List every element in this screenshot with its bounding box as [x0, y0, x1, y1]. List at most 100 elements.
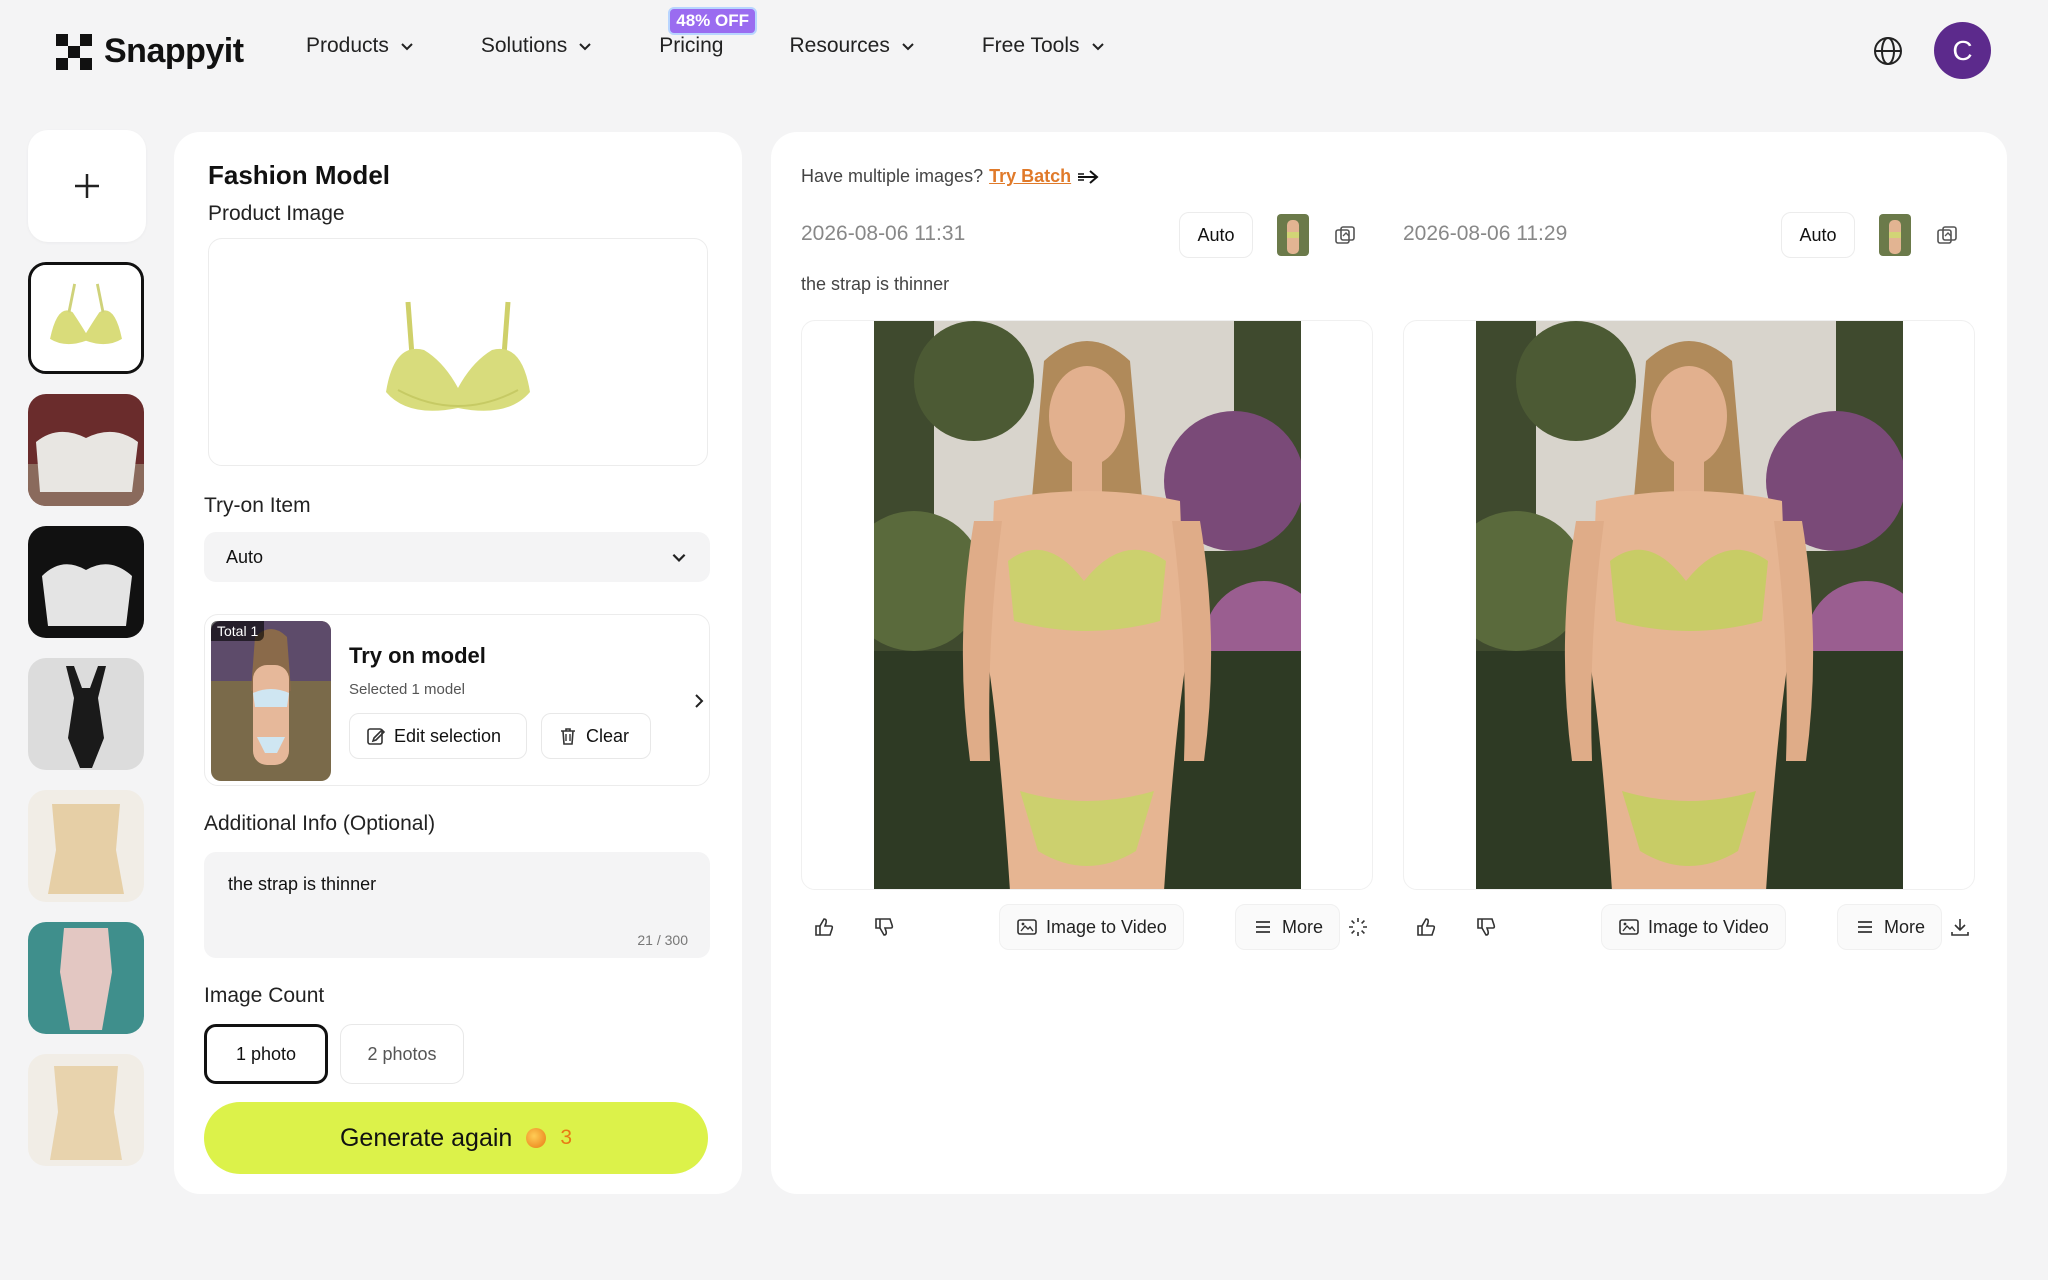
- loading-indicator: [1337, 904, 1379, 950]
- image-video-icon: [1619, 919, 1639, 935]
- nav-resources[interactable]: Resources: [789, 34, 915, 58]
- credit-cost: 3: [560, 1126, 573, 1149]
- mode-pill: Auto: [1179, 212, 1253, 258]
- more-button[interactable]: More: [1837, 904, 1943, 950]
- source-thumbnail[interactable]: [1277, 214, 1309, 256]
- download-icon: [1951, 919, 1969, 936]
- mode-pill: Auto: [1781, 212, 1855, 258]
- button-label: More: [1884, 916, 1926, 937]
- nav-products[interactable]: Products: [306, 34, 415, 58]
- download-button[interactable]: [1939, 904, 1981, 950]
- count-option-2[interactable]: 2 photos: [340, 1024, 464, 1084]
- button-label: Image to Video: [1046, 916, 1167, 937]
- like-button[interactable]: [1403, 904, 1449, 950]
- thumbs-up-icon: [815, 918, 834, 936]
- product-image-label: Product Image: [208, 202, 345, 225]
- history-thumb-beige-shapewear[interactable]: [28, 790, 144, 902]
- nav-pricing[interactable]: 48% OFF Pricing: [659, 7, 758, 58]
- top-nav: Snappyit Products Solutions 48% OFF Pric…: [0, 0, 2048, 102]
- chevron-down-icon: [672, 553, 686, 562]
- result-actions-1: Image to Video More: [801, 904, 1381, 950]
- loading-spinner-icon: [1349, 918, 1367, 936]
- result-actions-2: Image to Video More: [1403, 904, 1983, 950]
- result-timestamp: 2026-08-06 11:29: [1403, 222, 1568, 245]
- clear-button[interactable]: Clear: [541, 713, 651, 759]
- source-thumbnail[interactable]: [1879, 214, 1911, 256]
- plus-icon: [75, 174, 99, 198]
- nav-label: Resources: [789, 34, 890, 57]
- history-thumb-pink-bodysuit[interactable]: [28, 922, 144, 1034]
- new-task-button[interactable]: [28, 130, 146, 242]
- edit-icon: [367, 728, 386, 745]
- generate-again-button[interactable]: Generate again 3: [204, 1102, 708, 1174]
- chevron-right-icon[interactable]: [691, 691, 707, 711]
- tryon-item-select[interactable]: Auto: [204, 532, 710, 582]
- image-to-video-button[interactable]: Image to Video: [999, 904, 1184, 950]
- select-value: Auto: [226, 546, 264, 567]
- compare-button[interactable]: [1327, 218, 1363, 254]
- globe-icon[interactable]: [1872, 35, 1904, 67]
- compare-icon: [1335, 226, 1355, 244]
- dislike-button[interactable]: [1463, 904, 1509, 950]
- result-image: [873, 321, 1301, 889]
- edit-selection-button[interactable]: Edit selection: [349, 713, 527, 759]
- generation-form: Fashion Model Product Image Try-on Item …: [174, 132, 742, 1194]
- arrow-right-icon: [1078, 169, 1099, 184]
- model-card-subtitle: Selected 1 model: [349, 681, 465, 698]
- more-button[interactable]: More: [1235, 904, 1341, 950]
- product-image: [386, 301, 530, 411]
- brand-logo[interactable]: Snappyit: [56, 32, 244, 71]
- thumbs-up-icon: [1417, 918, 1436, 936]
- result-image-frame-1[interactable]: [801, 320, 1373, 890]
- additional-info-label: Additional Info (Optional): [204, 812, 436, 835]
- nav-solutions[interactable]: Solutions: [481, 34, 593, 58]
- chevron-down-icon: [401, 43, 413, 51]
- coin-icon: [526, 1128, 547, 1148]
- image-video-icon: [1017, 919, 1037, 935]
- button-label: Edit selection: [394, 725, 502, 746]
- discount-badge: 48% OFF: [668, 7, 758, 35]
- dislike-button[interactable]: [861, 904, 907, 950]
- button-label: Clear: [586, 725, 630, 746]
- button-label: More: [1282, 916, 1324, 937]
- nav-menu: Products Solutions 48% OFF Pricing Resou…: [306, 7, 1172, 58]
- tryon-item-label: Try-on Item: [204, 494, 311, 517]
- image-to-video-button[interactable]: Image to Video: [1601, 904, 1786, 950]
- result-image: [1475, 321, 1903, 889]
- result-caption: the strap is thinner: [801, 274, 950, 294]
- chevron-down-icon: [579, 43, 591, 51]
- image-count-label: Image Count: [204, 984, 325, 1007]
- compare-button[interactable]: [1929, 218, 1965, 254]
- model-thumbnail: [211, 621, 331, 781]
- result-image-frame-2[interactable]: [1403, 320, 1975, 890]
- history-thumb-lace-on-black[interactable]: [28, 526, 144, 638]
- history-thumb-black-bodysuit[interactable]: [28, 658, 144, 770]
- button-label: Image to Video: [1648, 916, 1769, 937]
- user-avatar[interactable]: C: [1934, 22, 1991, 79]
- history-thumb-yellow-bra[interactable]: [28, 262, 144, 374]
- nav-label: Products: [306, 34, 389, 57]
- button-label: Generate again: [339, 1123, 513, 1152]
- total-badge: Total 1: [211, 621, 265, 641]
- menu-icon: [1858, 921, 1872, 933]
- history-thumb-white-lace[interactable]: [28, 394, 144, 506]
- history-sidebar: [28, 130, 146, 1190]
- textarea-value: the strap is thinner: [228, 874, 377, 894]
- like-button[interactable]: [801, 904, 847, 950]
- count-option-1[interactable]: 1 photo: [204, 1024, 328, 1084]
- page-title: Fashion Model: [208, 160, 390, 190]
- logo-icon: [56, 33, 92, 70]
- batch-hint-text: Have multiple images?: [801, 166, 984, 186]
- product-image-upload[interactable]: [208, 238, 708, 466]
- compare-icon: [1937, 226, 1957, 244]
- chevron-down-icon: [902, 43, 914, 51]
- additional-info-textarea[interactable]: the strap is thinner 21 / 300: [204, 852, 710, 958]
- nav-free-tools[interactable]: Free Tools: [982, 34, 1106, 58]
- brand-name: Snappyit: [104, 32, 244, 70]
- history-thumb-beige-bodysuit[interactable]: [28, 1054, 144, 1166]
- try-batch-link[interactable]: Try Batch: [989, 166, 1071, 187]
- model-card: Total 1 Try on model Selected 1 model Ed…: [204, 614, 710, 786]
- thumbs-down-icon: [875, 918, 894, 936]
- nav-label: Pricing: [659, 34, 724, 57]
- chevron-down-icon: [1091, 43, 1104, 51]
